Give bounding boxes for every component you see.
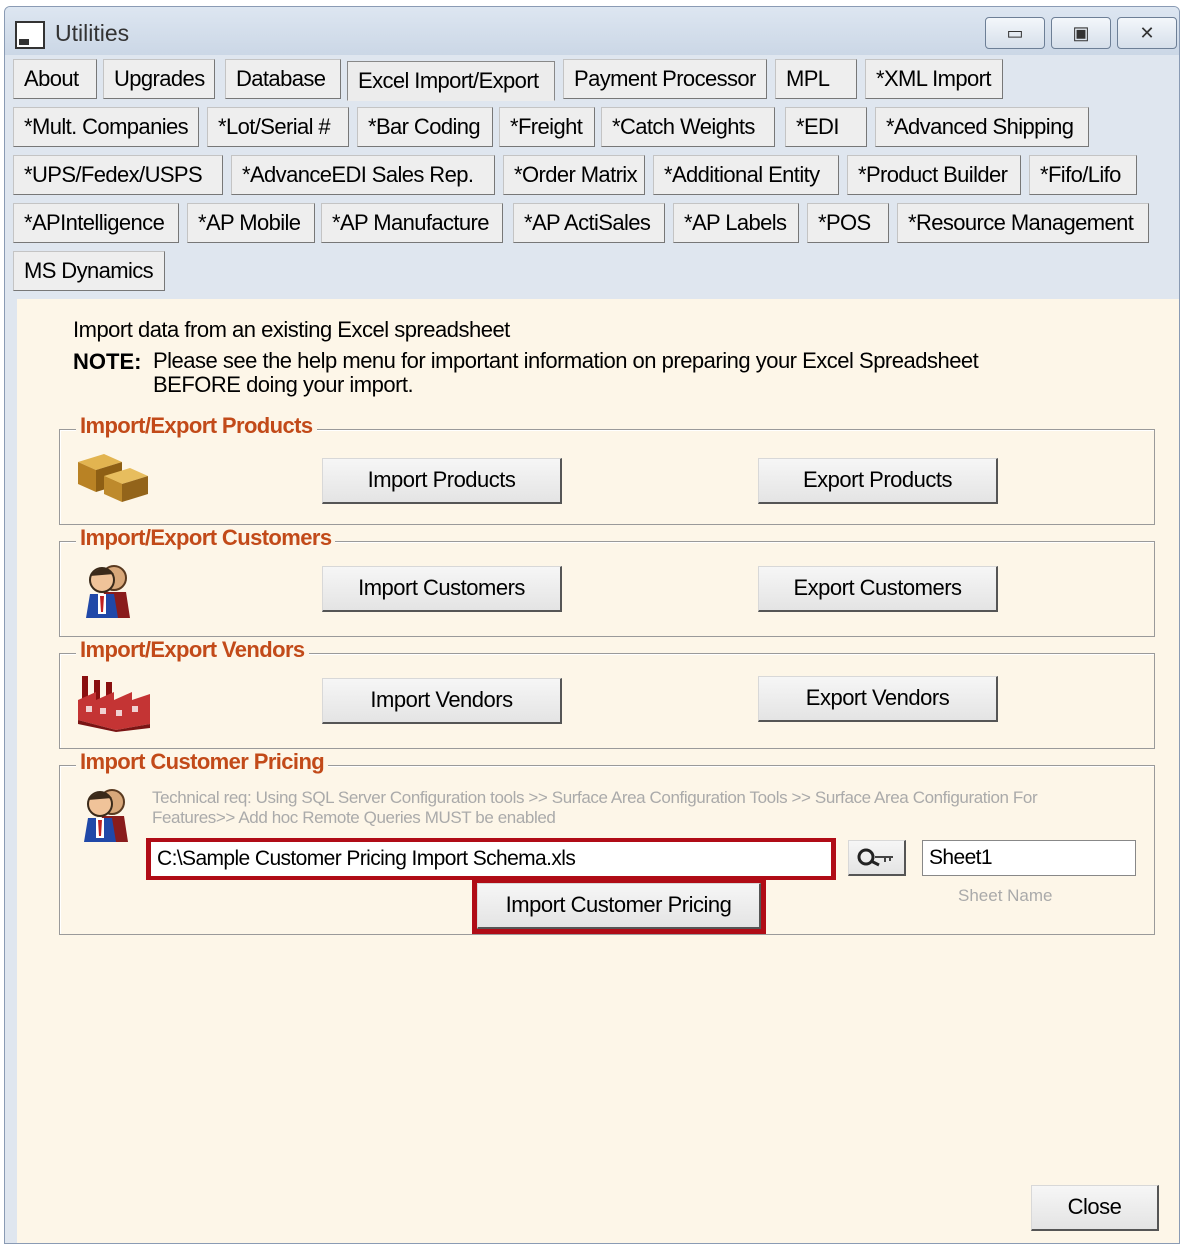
close-button[interactable]: Close <box>1031 1185 1159 1231</box>
tab-advanceedi-sales-rep[interactable]: *AdvanceEDI Sales Rep. <box>231 155 495 195</box>
tab-order-matrix[interactable]: *Order Matrix <box>503 155 645 195</box>
import-customers-button[interactable]: Import Customers <box>322 566 562 612</box>
export-vendors-button[interactable]: Export Vendors <box>758 676 998 722</box>
note-text: Please see the help menu for important i… <box>153 348 979 397</box>
tab-resource-management[interactable]: *Resource Management <box>897 203 1149 243</box>
tab-ap-manufacture[interactable]: *AP Manufacture <box>321 203 503 243</box>
sheet-name-input[interactable]: Sheet1 <box>922 840 1136 876</box>
import-products-button[interactable]: Import Products <box>322 458 562 504</box>
customer-pricing-group: Import Customer Pricing Technical req: U… <box>59 749 1155 935</box>
technical-requirement-text: Technical req: Using SQL Server Configur… <box>152 788 1038 827</box>
customers-legend: Import/Export Customers <box>76 525 336 551</box>
products-group: Import/Export Products Import Products E… <box>59 413 1155 525</box>
tab-mult-companies[interactable]: *Mult. Companies <box>13 107 199 147</box>
intro-text: Import data from an existing Excel sprea… <box>73 317 510 342</box>
factory-icon <box>78 676 150 732</box>
tab-lot-serial[interactable]: *Lot/Serial # <box>207 107 349 147</box>
tab-ap-labels[interactable]: *AP Labels <box>673 203 799 243</box>
pricing-legend: Import Customer Pricing <box>76 749 329 775</box>
import-customer-pricing-button[interactable]: Import Customer Pricing <box>477 883 761 929</box>
tab-xml-import[interactable]: *XML Import <box>865 59 1003 99</box>
tab-additional-entity[interactable]: *Additional Entity <box>653 155 839 195</box>
people-icon <box>84 789 128 842</box>
export-customers-button[interactable]: Export Customers <box>758 566 998 612</box>
products-legend: Import/Export Products <box>76 413 317 439</box>
note-label: NOTE: <box>73 349 142 374</box>
tab-catch-weights[interactable]: *Catch Weights <box>601 107 775 147</box>
tab-payment-processor[interactable]: Payment Processor <box>563 59 767 99</box>
minimize-button[interactable]: ▭ <box>985 17 1045 49</box>
tab-ap-mobile[interactable]: *AP Mobile <box>187 203 315 243</box>
vendors-legend: Import/Export Vendors <box>76 637 309 663</box>
sheet-name-caption: Sheet Name <box>958 886 1053 905</box>
tab-product-builder[interactable]: *Product Builder <box>847 155 1021 195</box>
browse-file-button[interactable] <box>848 840 906 876</box>
tab-freight[interactable]: *Freight <box>499 107 595 147</box>
customers-group: Import/Export Customers Import Customers… <box>59 525 1155 637</box>
boxes-icon <box>78 454 148 502</box>
tab-upgrades[interactable]: Upgrades <box>103 59 215 99</box>
magnifier-key-icon <box>857 848 893 867</box>
title-bar[interactable]: Utilities ▭ ▣ ✕ <box>5 7 1179 55</box>
tab-ms-dynamics[interactable]: MS Dynamics <box>13 251 165 291</box>
close-window-button[interactable]: ✕ <box>1117 17 1177 49</box>
tab-about[interactable]: About <box>13 59 97 99</box>
maximize-button[interactable]: ▣ <box>1051 17 1111 49</box>
window-app-icon <box>15 21 45 49</box>
tab-ups-fedex-usps[interactable]: *UPS/Fedex/USPS <box>13 155 223 195</box>
tab-bar-coding[interactable]: *Bar Coding <box>357 107 493 147</box>
utilities-window: Utilities ▭ ▣ ✕ About Upgrades Database … <box>4 6 1180 1244</box>
tab-advanced-shipping[interactable]: *Advanced Shipping <box>875 107 1089 147</box>
tab-pos[interactable]: *POS <box>807 203 889 243</box>
tab-fifo-lifo[interactable]: *Fifo/Lifo <box>1029 155 1137 195</box>
window-title: Utilities <box>55 20 130 46</box>
vendors-group: Import/Export Vendors Import Vendors Exp… <box>59 637 1155 749</box>
people-icon <box>86 565 130 618</box>
tab-excel-import-export[interactable]: Excel Import/Export <box>347 61 555 101</box>
tab-database[interactable]: Database <box>225 59 341 99</box>
file-path-input[interactable]: C:\Sample Customer Pricing Import Schema… <box>151 842 831 876</box>
export-products-button[interactable]: Export Products <box>758 458 998 504</box>
tab-strip: About Upgrades Database Excel Import/Exp… <box>5 55 1179 299</box>
tab-apintelligence[interactable]: *APIntelligence <box>13 203 179 243</box>
tab-ap-actisales[interactable]: *AP ActiSales <box>513 203 665 243</box>
excel-import-export-panel: Import data from an existing Excel sprea… <box>17 299 1179 1243</box>
import-vendors-button[interactable]: Import Vendors <box>322 678 562 724</box>
tab-mpl[interactable]: MPL <box>775 59 857 99</box>
tab-edi[interactable]: *EDI <box>785 107 867 147</box>
